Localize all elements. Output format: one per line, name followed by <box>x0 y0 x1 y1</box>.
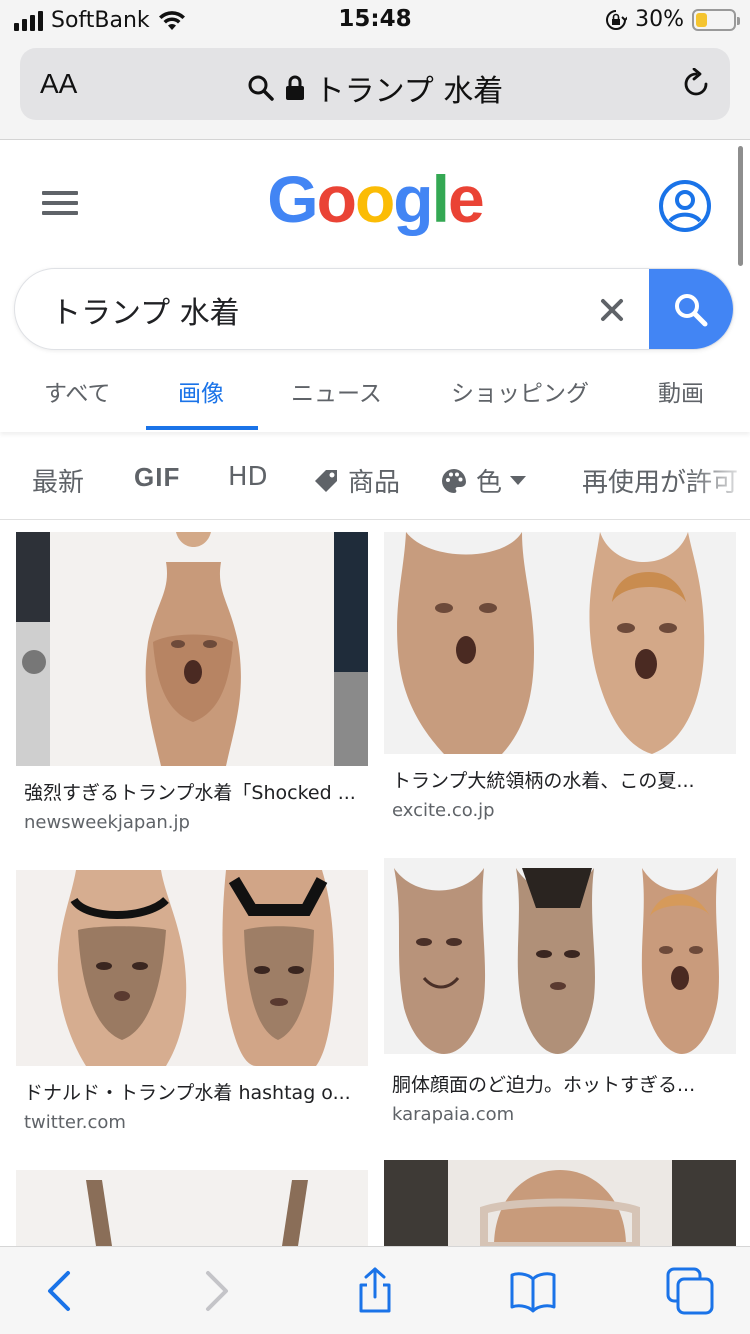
image-filters: 最新 GIF HD 商品 色 再使用が許可 <box>0 440 750 520</box>
tab-all[interactable]: すべて <box>44 374 110 408</box>
address-bar[interactable]: AA トランプ 水着 <box>20 48 730 120</box>
logo-letter: l <box>431 162 450 236</box>
wifi-icon <box>158 10 185 30</box>
result-thumbnail[interactable] <box>384 1160 736 1246</box>
tab-shopping[interactable]: ショッピング <box>451 374 589 408</box>
google-logo: Google <box>0 161 750 237</box>
lock-icon <box>285 75 304 100</box>
palette-icon <box>442 468 466 493</box>
menu-icon[interactable] <box>42 191 78 215</box>
result-thumbnail[interactable] <box>16 1170 368 1246</box>
search-box <box>14 268 734 350</box>
clear-icon[interactable] <box>595 293 629 327</box>
search-icon <box>248 75 274 101</box>
filter-latest-label: 最新 <box>32 468 85 498</box>
filter-gif-label: GIF <box>134 462 181 492</box>
battery-level <box>696 12 707 27</box>
filter-gif[interactable]: GIF <box>134 462 180 493</box>
carrier-name: SoftBank <box>51 8 150 33</box>
filter-hd[interactable]: HD <box>228 462 268 492</box>
back-icon[interactable] <box>36 1267 84 1315</box>
logo-letter: G <box>267 162 318 236</box>
filter-color[interactable]: 色 <box>440 462 527 499</box>
scrollbar[interactable] <box>738 146 743 266</box>
address-text: トランプ 水着 <box>314 74 504 109</box>
tab-videos[interactable]: 動画 <box>658 374 704 408</box>
status-bar: SoftBank 15:48 30% <box>0 0 750 40</box>
result-thumbnail[interactable] <box>16 870 368 1066</box>
google-header: Google <box>0 141 750 261</box>
rotation-lock-icon <box>606 9 628 30</box>
tabs-icon[interactable] <box>666 1267 714 1315</box>
scroll-fade <box>690 440 750 519</box>
forward-icon[interactable] <box>192 1267 240 1315</box>
battery-icon <box>692 8 740 31</box>
filter-products[interactable]: 商品 <box>312 462 400 499</box>
battery-percent: 30% <box>635 7 684 32</box>
logo-letter: o <box>354 162 395 236</box>
tab-images[interactable]: 画像 <box>178 374 224 408</box>
logo-letter: o <box>316 162 357 236</box>
filter-hd-label: HD <box>228 462 268 492</box>
result-title[interactable]: 強烈すぎるトランプ水着「Shocked ... <box>24 778 360 805</box>
status-right: 30% <box>605 7 740 32</box>
address-center[interactable]: トランプ 水着 <box>20 66 730 110</box>
browser-toolbar <box>0 1246 750 1334</box>
result-domain: excite.co.jp <box>392 800 495 821</box>
result-thumbnail[interactable] <box>16 532 368 766</box>
share-icon[interactable] <box>351 1267 399 1315</box>
filter-color-label: 色 <box>476 468 503 498</box>
search-button[interactable] <box>649 269 733 349</box>
result-domain: twitter.com <box>24 1112 126 1133</box>
account-icon[interactable] <box>658 179 712 233</box>
chevron-down-icon <box>510 475 527 485</box>
result-thumbnail[interactable] <box>384 532 736 754</box>
result-title[interactable]: トランプ大統領柄の水着、この夏... <box>392 766 728 793</box>
reload-icon[interactable] <box>680 68 712 100</box>
tag-icon <box>315 469 337 492</box>
result-thumbnail[interactable] <box>384 858 736 1054</box>
filter-products-label: 商品 <box>348 468 401 498</box>
result-domain: karapaia.com <box>392 1104 515 1125</box>
status-left: SoftBank <box>14 8 186 33</box>
logo-letter: g <box>393 162 433 236</box>
filter-latest[interactable]: 最新 <box>32 462 84 499</box>
result-domain: newsweekjapan.jp <box>24 812 190 833</box>
tab-news[interactable]: ニュース <box>291 374 382 408</box>
search-tabs: すべて 画像 ニュース ショッピング 動画 <box>0 360 750 432</box>
result-title[interactable]: ドナルド・トランプ水着 hashtag o... <box>24 1078 360 1105</box>
browser-address-area: AA トランプ 水着 <box>0 40 750 140</box>
search-input[interactable] <box>51 287 571 333</box>
bookmarks-icon[interactable] <box>509 1267 557 1315</box>
active-tab-indicator <box>146 426 258 430</box>
signal-icon <box>14 10 43 31</box>
result-title[interactable]: 胴体顔面のど迫力。ホットすぎる... <box>392 1070 728 1097</box>
search-icon <box>675 294 708 327</box>
logo-letter: e <box>447 162 485 236</box>
